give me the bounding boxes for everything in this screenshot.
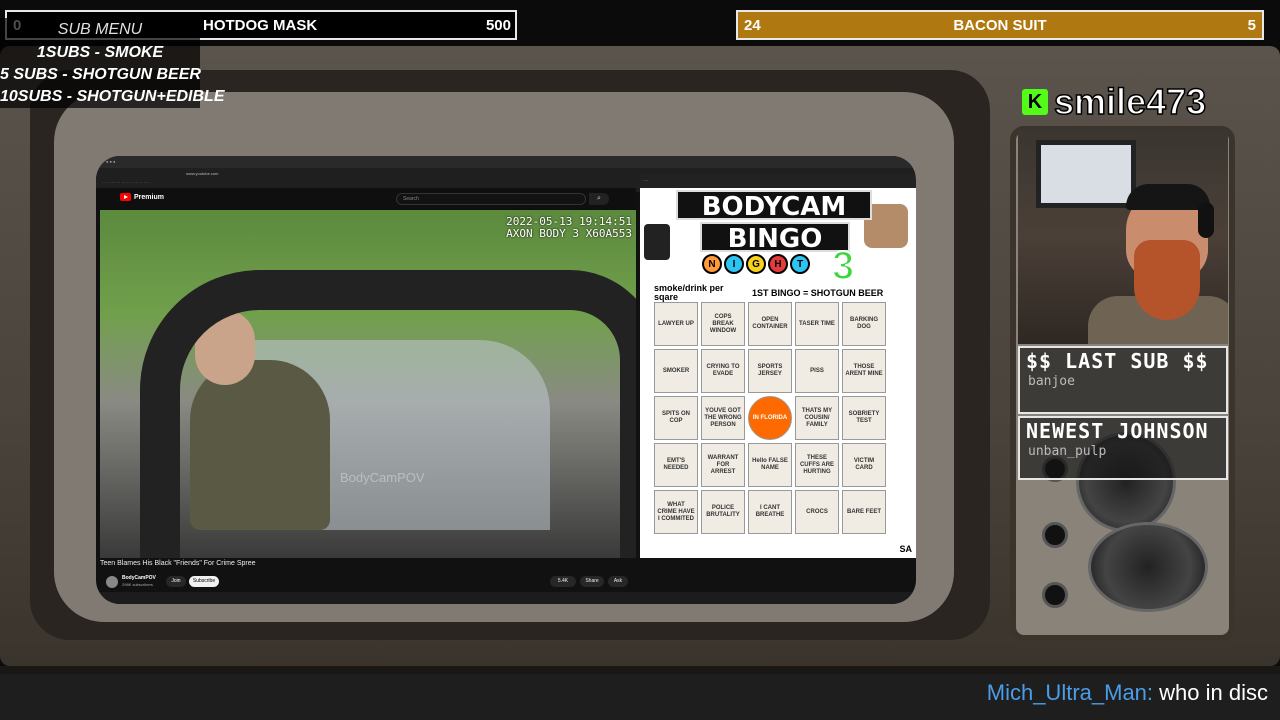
bingo-cell: I CANT BREATHE [748,490,792,534]
last-sub-value: banjoe [1028,374,1075,389]
browser-tabs[interactable]: ● ● ● [96,156,916,168]
night-letter: G [746,254,766,274]
device-line: AXON BODY 3 X60A553 [506,227,632,240]
bingo-cell: BARKING DOG [842,302,886,346]
bingo-title-line2: BINGO [700,222,850,254]
car-door-frame [140,270,636,558]
bingo-rule-right: 1ST BINGO = SHOTGUN BEER [752,288,884,298]
streamer-beard [1134,240,1200,320]
tv-base [0,666,1280,674]
tv-screen: ● ● ● www.youtube.com · · · · · · · · · … [96,156,916,604]
goal-name: HOTDOG MASK [203,16,318,34]
channel-name[interactable]: BodyCamPOV [122,575,156,581]
bingo-corner-label: SA [899,544,912,554]
bingo-free-cell: IN FLORIDA [748,396,792,440]
search-icon[interactable]: ⌕ [589,193,609,205]
streamer-handle: K smile473 [1022,81,1207,122]
bingo-cell: YOUVE GOT THE WRONG PERSON [701,396,745,440]
bingo-cell: Hello FALSE NAME [748,443,792,487]
bingo-cell: WHAT CRIME HAVE I COMMITED [654,490,698,534]
bingo-cell: SMOKER [654,349,698,393]
video-title: Teen Blames His Black "Friends" For Crim… [100,560,256,567]
sub-menu-item: 10SUBS - SHOTGUN+EDIBLE [0,88,225,105]
bingo-card-window: ⋯ BODYCAM BINGO NIGHT 3 smoke/drink per … [640,174,916,558]
bingo-cell: OPEN CONTAINER [748,302,792,346]
youtube-header: Premium Search ⌕ [96,188,636,210]
join-button[interactable]: Join [166,576,186,587]
night-letter: T [790,254,810,274]
tv-button-bottom [1042,582,1068,608]
bingo-cell: SPITS ON COP [654,396,698,440]
kick-icon: K [1022,89,1048,115]
sub-menu: SUB MENU 1SUBS - SMOKE 5 SUBS - SHOTGUN … [0,18,225,108]
image-viewer-toolbar[interactable]: ⋯ [640,174,916,188]
channel-avatar[interactable] [106,576,118,588]
sub-menu-item: 5 SUBS - SHOTGUN BEER [0,66,201,83]
night-letter: N [702,254,722,274]
taskbar [96,592,916,604]
streamer-cap [1126,184,1210,210]
bingo-cell: SPORTS JERSEY [748,349,792,393]
goal-target: 500 [485,16,511,34]
newest-title: NEWEST JOHNSON [1026,419,1209,443]
bingo-cell: BARE FEET [842,490,886,534]
search-input[interactable]: Search [396,193,586,205]
bingo-night-letters: NIGHT [702,254,810,276]
video-player[interactable]: 2022-05-13 19:14:51 AXON BODY 3 X60A553 … [100,210,636,558]
bingo-cell: CRYING TO EVADE [701,349,745,393]
sub-menu-title: SUB MENU [57,21,143,38]
bingo-number: 3 [831,244,855,288]
subscribe-button[interactable]: Subscribe [189,576,219,587]
tv-knob-large [1088,522,1208,612]
bingo-cell: PISS [795,349,839,393]
chat-username: Mich_Ultra_Man: [986,680,1154,705]
bingo-cell: CROCS [795,490,839,534]
bingo-cell: THOSE ARENT MINE [842,349,886,393]
bingo-cell: POLICE BRUTALITY [701,490,745,534]
youtube-logo[interactable]: Premium [120,193,164,201]
last-sub-title: $$ LAST SUB $$ [1026,349,1209,373]
webcam-feed [1018,128,1228,344]
night-letter: I [724,254,744,274]
bingo-grid: LAWYER UP COPS BREAK WINDOW OPEN CONTAINER… [654,302,894,534]
goal-target: 5 [1247,16,1256,34]
tv-button-middle [1042,522,1068,548]
newest-value: unban_pulp [1028,444,1107,459]
bingo-cell: LAWYER UP [654,302,698,346]
newest-box: NEWEST JOHNSON unban_pulp [1018,416,1228,480]
bingo-cell: EMT'S NEEDED [654,443,698,487]
goal-name: BACON SUIT [953,16,1047,34]
last-sub-box: $$ LAST SUB $$ banjoe [1018,346,1228,414]
sub-menu-item: 1SUBS - SMOKE [36,44,164,61]
chat-text: who in disc [1159,680,1268,705]
bingo-cell: COPS BREAK WINDOW [701,302,745,346]
goal-bar-bacon-suit: 24 BACON SUIT 5 [736,10,1264,40]
bodycam-timestamp: 2022-05-13 19:14:51 AXON BODY 3 X60A553 [506,216,632,240]
background-monitor [1036,140,1136,208]
video-watermark: BodyCamPOV [340,470,425,485]
bingo-rule-left: smoke/drink per sqare [654,283,724,302]
share-button[interactable]: Share [580,576,604,587]
bingo-cell: THESE CUFFS ARE HURTING [795,443,839,487]
youtube-play-icon [120,193,131,201]
chat-message: Mich_Ultra_Man: who in disc [987,680,1268,706]
streamer-name: smile473 [1053,81,1207,122]
bingo-cell: THATS MY COUSIN/ FAMILY [795,396,839,440]
bingo-cell: SOBRIETY TEST [842,396,886,440]
bodycam-device-image [644,224,670,260]
channel-row: BodyCamPOV 298K subscribers Join Subscri… [100,572,640,592]
bingo-title-line1: BODYCAM [676,190,872,222]
headset-icon [1198,202,1214,238]
youtube-logo-text: Premium [134,193,164,201]
night-letter: H [768,254,788,274]
bingo-cell: WARRANT FOR ARREST [701,443,745,487]
channel-subscribers: 298K subscribers [122,582,153,587]
ask-button[interactable]: Ask [608,576,628,587]
bingo-cell: VICTIM CARD [842,443,886,487]
bingo-cell: TASER TIME [795,302,839,346]
like-button[interactable]: 5.4K [550,576,576,587]
